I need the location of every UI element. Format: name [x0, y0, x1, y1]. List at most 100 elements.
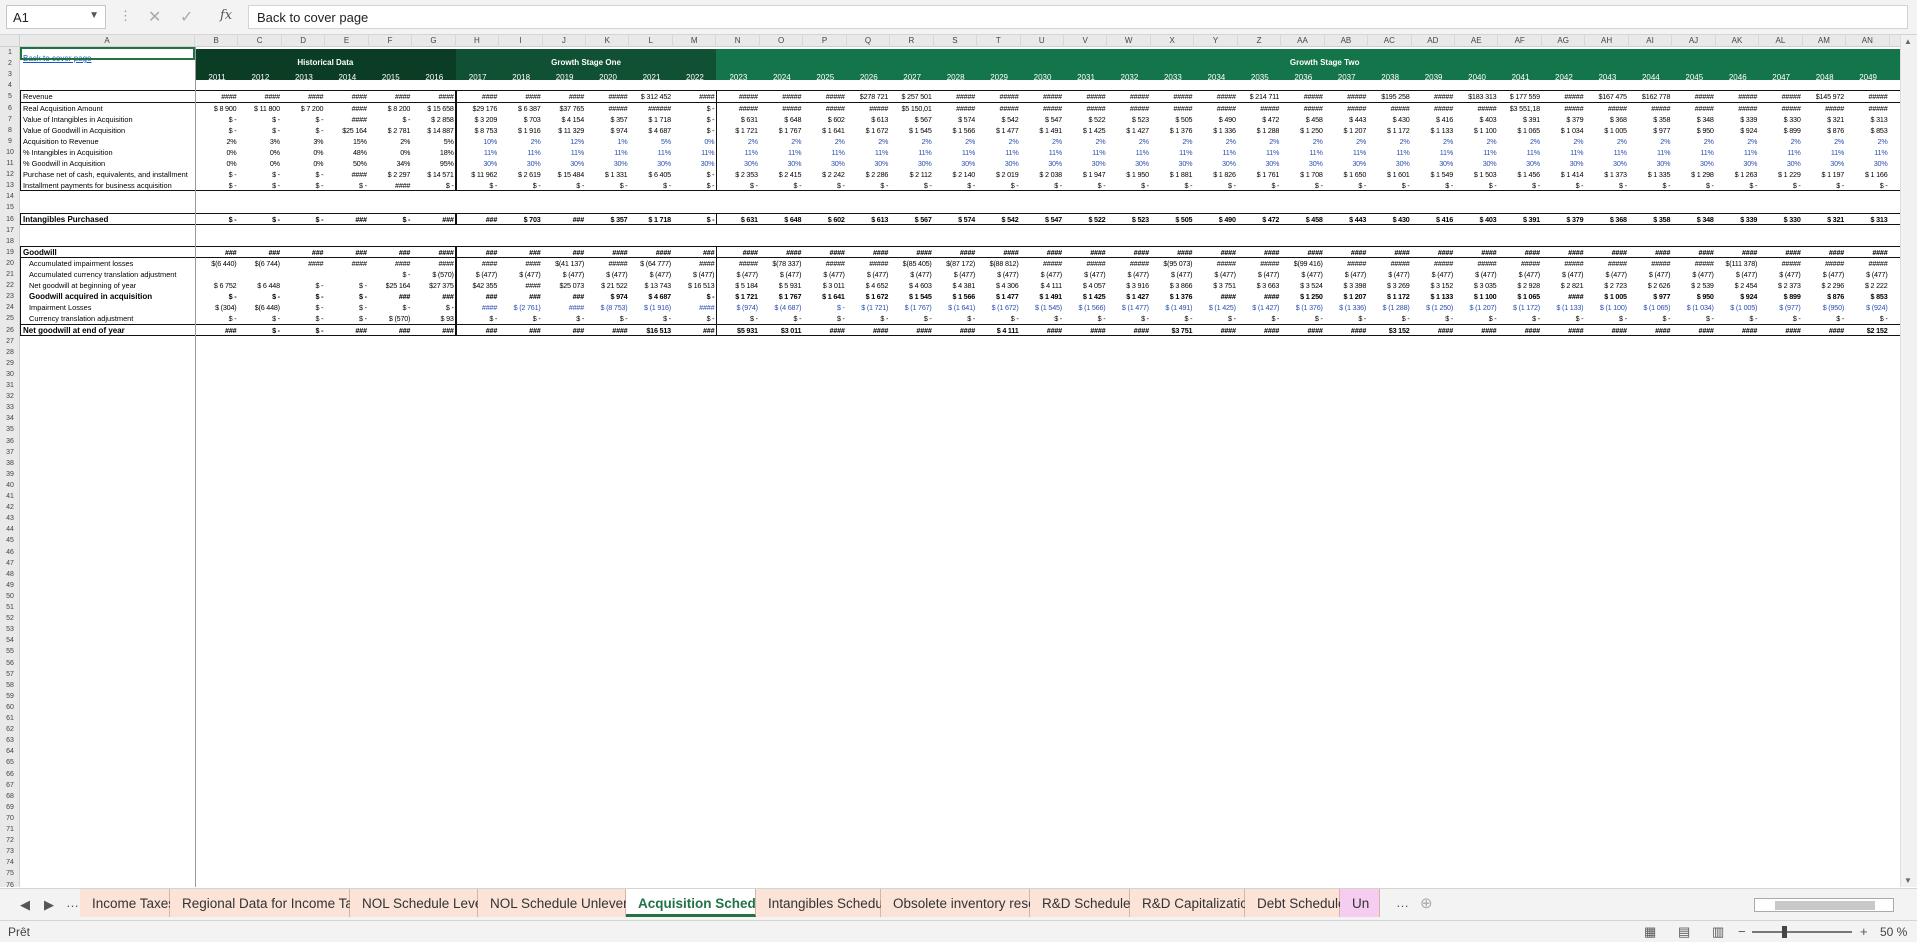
column-header[interactable]: O: [760, 35, 804, 47]
column-header[interactable]: H: [456, 35, 500, 47]
row-header[interactable]: 63: [0, 735, 20, 746]
column-header[interactable]: AD: [1412, 35, 1456, 47]
scroll-down-icon[interactable]: ▼: [1904, 876, 1912, 885]
row-header[interactable]: 70: [0, 813, 20, 824]
row-header[interactable]: 9: [0, 136, 20, 147]
row-header[interactable]: 48: [0, 569, 20, 580]
column-header[interactable]: AH: [1585, 35, 1629, 47]
cell-area[interactable]: Historical Data Growth Stage One Growth St…: [20, 47, 1900, 887]
row-header[interactable]: 52: [0, 613, 20, 624]
column-header[interactable]: M: [673, 35, 717, 47]
row-header[interactable]: 2: [0, 58, 20, 69]
column-header[interactable]: A: [20, 35, 195, 47]
row-header[interactable]: 34: [0, 413, 20, 424]
column-header[interactable]: E: [325, 35, 369, 47]
column-header[interactable]: S: [934, 35, 978, 47]
row-header[interactable]: 49: [0, 580, 20, 591]
row-header[interactable]: 5: [0, 91, 20, 102]
row-header[interactable]: 30: [0, 369, 20, 380]
row-header[interactable]: 29: [0, 358, 20, 369]
column-header[interactable]: P: [803, 35, 847, 47]
row-header[interactable]: 69: [0, 802, 20, 813]
name-box[interactable]: A1 ▼: [6, 5, 106, 29]
next-sheet-icon[interactable]: ▶: [44, 897, 54, 913]
zoom-in-icon[interactable]: +: [1860, 924, 1868, 939]
row-header[interactable]: 36: [0, 436, 20, 447]
zoom-level[interactable]: 50 %: [1880, 925, 1907, 939]
column-header[interactable]: D: [282, 35, 326, 47]
row-header[interactable]: 1: [0, 47, 20, 58]
row-header[interactable]: 68: [0, 791, 20, 802]
chevron-down-icon[interactable]: ▼: [89, 10, 99, 21]
row-header[interactable]: 44: [0, 524, 20, 535]
insert-function-icon[interactable]: fx: [220, 8, 232, 23]
zoom-slider[interactable]: [1752, 931, 1852, 933]
row-header[interactable]: 37: [0, 447, 20, 458]
row-header[interactable]: 6: [0, 103, 20, 114]
sheet-tab[interactable]: Regional Data for Income Taxes: [170, 889, 374, 917]
more-sheets-icon[interactable]: …: [66, 895, 79, 910]
row-header[interactable]: 19: [0, 247, 20, 258]
tabs-overflow-icon[interactable]: …: [1396, 895, 1409, 910]
page-layout-icon[interactable]: ▤: [1678, 924, 1690, 940]
column-header[interactable]: AN: [1846, 35, 1890, 47]
row-header[interactable]: 7: [0, 114, 20, 125]
row-header[interactable]: 65: [0, 757, 20, 768]
column-header[interactable]: AB: [1325, 35, 1369, 47]
row-header[interactable]: 45: [0, 535, 20, 546]
column-header[interactable]: AO: [1890, 35, 1900, 47]
sheet-tab[interactable]: Un: [1340, 889, 1380, 917]
worksheet-grid[interactable]: A B C D E F G H I J K L M N O P Q R S T U V W X Y Z AA AB AC AD AE AF AG…: [0, 35, 1900, 887]
column-header[interactable]: AE: [1455, 35, 1499, 47]
row-header[interactable]: 54: [0, 635, 20, 646]
column-header[interactable]: AG: [1542, 35, 1586, 47]
row-header[interactable]: 23: [0, 291, 20, 302]
row-header[interactable]: 14: [0, 191, 20, 202]
row-header[interactable]: 18: [0, 236, 20, 247]
select-all-corner[interactable]: [0, 35, 20, 47]
row-header[interactable]: 11: [0, 158, 20, 169]
row-header[interactable]: 43: [0, 513, 20, 524]
enter-icon[interactable]: ✓: [180, 7, 193, 27]
row-header[interactable]: 25: [0, 313, 20, 324]
column-header[interactable]: X: [1151, 35, 1195, 47]
row-header[interactable]: 55: [0, 646, 20, 657]
row-header[interactable]: 61: [0, 713, 20, 724]
row-header[interactable]: 51: [0, 602, 20, 613]
row-header[interactable]: 67: [0, 780, 20, 791]
row-header[interactable]: 40: [0, 480, 20, 491]
row-header[interactable]: 38: [0, 458, 20, 469]
sheet-tab[interactable]: Intangibles Schedule: [756, 889, 893, 917]
sheet-tab[interactable]: NOL Schedule Levered: [350, 889, 502, 917]
zoom-slider-thumb[interactable]: [1782, 926, 1787, 938]
sheet-tab[interactable]: R&D Capitalization: [1130, 889, 1255, 917]
row-header[interactable]: 13: [0, 180, 20, 191]
row-header[interactable]: 46: [0, 547, 20, 558]
column-header[interactable]: W: [1107, 35, 1151, 47]
row-headers[interactable]: 1 2 3 4 5 6 7 8 9 10 11 12 13 14 15 16 17 18 19 20 21 22 23 24 2…: [0, 47, 20, 887]
sheet-tab[interactable]: Obsolete inventory reserve: [881, 889, 1054, 917]
row-header[interactable]: 15: [0, 202, 20, 213]
row-header[interactable]: 12: [0, 169, 20, 180]
column-header[interactable]: F: [369, 35, 413, 47]
column-header[interactable]: I: [499, 35, 543, 47]
row-header[interactable]: 50: [0, 591, 20, 602]
column-header[interactable]: K: [586, 35, 630, 47]
normal-view-icon[interactable]: ▦: [1644, 924, 1656, 940]
column-header[interactable]: AJ: [1672, 35, 1716, 47]
row-header[interactable]: 66: [0, 769, 20, 780]
row-header[interactable]: 60: [0, 702, 20, 713]
sheet-tab[interactable]: Debt Schedule: [1245, 889, 1346, 917]
row-header[interactable]: 73: [0, 846, 20, 857]
column-header[interactable]: AL: [1759, 35, 1803, 47]
row-header[interactable]: 21: [0, 269, 20, 280]
row-header[interactable]: 39: [0, 469, 20, 480]
column-header[interactable]: Y: [1194, 35, 1238, 47]
row-header[interactable]: 17: [0, 225, 20, 236]
row-header[interactable]: 64: [0, 746, 20, 757]
row-header[interactable]: 53: [0, 624, 20, 635]
column-header[interactable]: AC: [1368, 35, 1412, 47]
sheet-tab[interactable]: Acquisition Schedule: [626, 889, 775, 917]
scroll-up-icon[interactable]: ▲: [1904, 37, 1912, 46]
scrollbar-thumb[interactable]: [1775, 901, 1875, 910]
